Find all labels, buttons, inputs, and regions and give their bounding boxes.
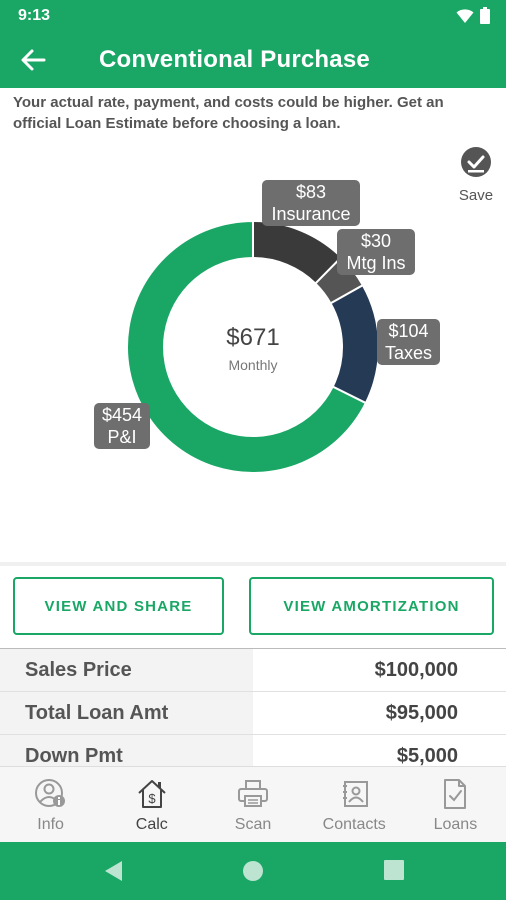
nav-item-calc[interactable]: $ Calc	[101, 767, 202, 842]
bottom-nav: Info $ Calc Scan Contacts Loans	[0, 766, 506, 842]
sales-price-label: Sales Price	[0, 649, 253, 691]
table-row-total-loan: Total Loan Amt $95,000	[0, 692, 506, 735]
sales-price-value: $100,000	[253, 649, 506, 691]
nav-label-loans: Loans	[433, 816, 478, 833]
slice-label-taxes-name: Taxes	[384, 343, 433, 363]
house-dollar-icon: $	[138, 780, 166, 808]
section-divider	[0, 562, 506, 566]
total-loan-label: Total Loan Amt	[0, 692, 253, 734]
nav-label-info: Info	[37, 816, 64, 833]
view-amortization-button[interactable]: VIEW AMORTIZATION	[249, 577, 494, 635]
down-pmt-value: $5,000	[253, 735, 506, 766]
slice-label-pi-name: P&I	[107, 427, 137, 447]
save-label: Save	[458, 187, 494, 204]
printer-icon	[238, 780, 268, 807]
disclaimer-text: Your actual rate, payment, and costs cou…	[13, 94, 444, 132]
table-row-sales-price: Sales Price $100,000	[0, 649, 506, 692]
nav-label-calc: Calc	[135, 816, 168, 833]
slice-label-taxes-amount: $104	[388, 321, 429, 341]
view-and-share-button[interactable]: VIEW AND SHARE	[13, 577, 224, 635]
status-icons	[456, 7, 490, 24]
save-button[interactable]: Save	[452, 146, 500, 208]
slice-label-mtg-ins-amount: $30	[360, 231, 392, 251]
app-bar: Conventional Purchase	[0, 32, 506, 88]
table-row-down-pmt: Down Pmt $5,000	[0, 735, 506, 766]
total-loan-value: $95,000	[253, 692, 506, 734]
slice-label-mtg-ins-name: Mtg Ins	[346, 253, 406, 273]
system-back-icon[interactable]	[102, 859, 124, 883]
slice-label-insurance: $83 Insurance	[262, 180, 360, 226]
system-nav-bar	[0, 842, 506, 900]
nav-item-info[interactable]: Info	[0, 767, 101, 842]
monthly-total-label: Monthly	[228, 357, 278, 373]
monthly-total-value: $671	[226, 324, 280, 351]
page-title: Conventional Purchase	[99, 46, 370, 73]
slice-label-taxes: $104 Taxes	[377, 319, 440, 365]
nav-label-contacts: Contacts	[322, 816, 386, 833]
back-arrow-icon	[21, 49, 46, 71]
slice-label-mtg-ins: $30 Mtg Ins	[337, 229, 415, 275]
loan-summary-table: Sales Price $100,000 Total Loan Amt $95,…	[0, 648, 506, 766]
status-bar: 9:13	[0, 0, 506, 32]
back-button[interactable]	[18, 46, 50, 74]
person-info-icon	[34, 779, 65, 807]
slice-label-insurance-amount: $83	[295, 182, 327, 202]
donut-slice-taxes	[329, 283, 380, 405]
nav-item-contacts[interactable]: Contacts	[304, 767, 405, 842]
battery-icon	[480, 7, 490, 24]
nav-item-loans[interactable]: Loans	[405, 767, 506, 842]
nav-item-scan[interactable]: Scan	[202, 767, 303, 842]
slice-label-pi-amount: $454	[101, 405, 143, 425]
wifi-icon	[456, 8, 474, 23]
slice-label-pi: $454 P&I	[94, 403, 150, 449]
svg-text:$: $	[148, 791, 156, 806]
nav-label-scan: Scan	[234, 816, 272, 833]
slice-label-insurance-name: Insurance	[271, 204, 351, 224]
check-circle-icon	[461, 147, 491, 177]
status-time: 9:13	[18, 7, 51, 24]
system-recents-icon[interactable]	[383, 859, 405, 881]
contacts-icon	[343, 781, 369, 807]
system-home-icon[interactable]	[241, 859, 265, 883]
document-check-icon	[444, 779, 467, 809]
down-pmt-label: Down Pmt	[0, 735, 253, 766]
